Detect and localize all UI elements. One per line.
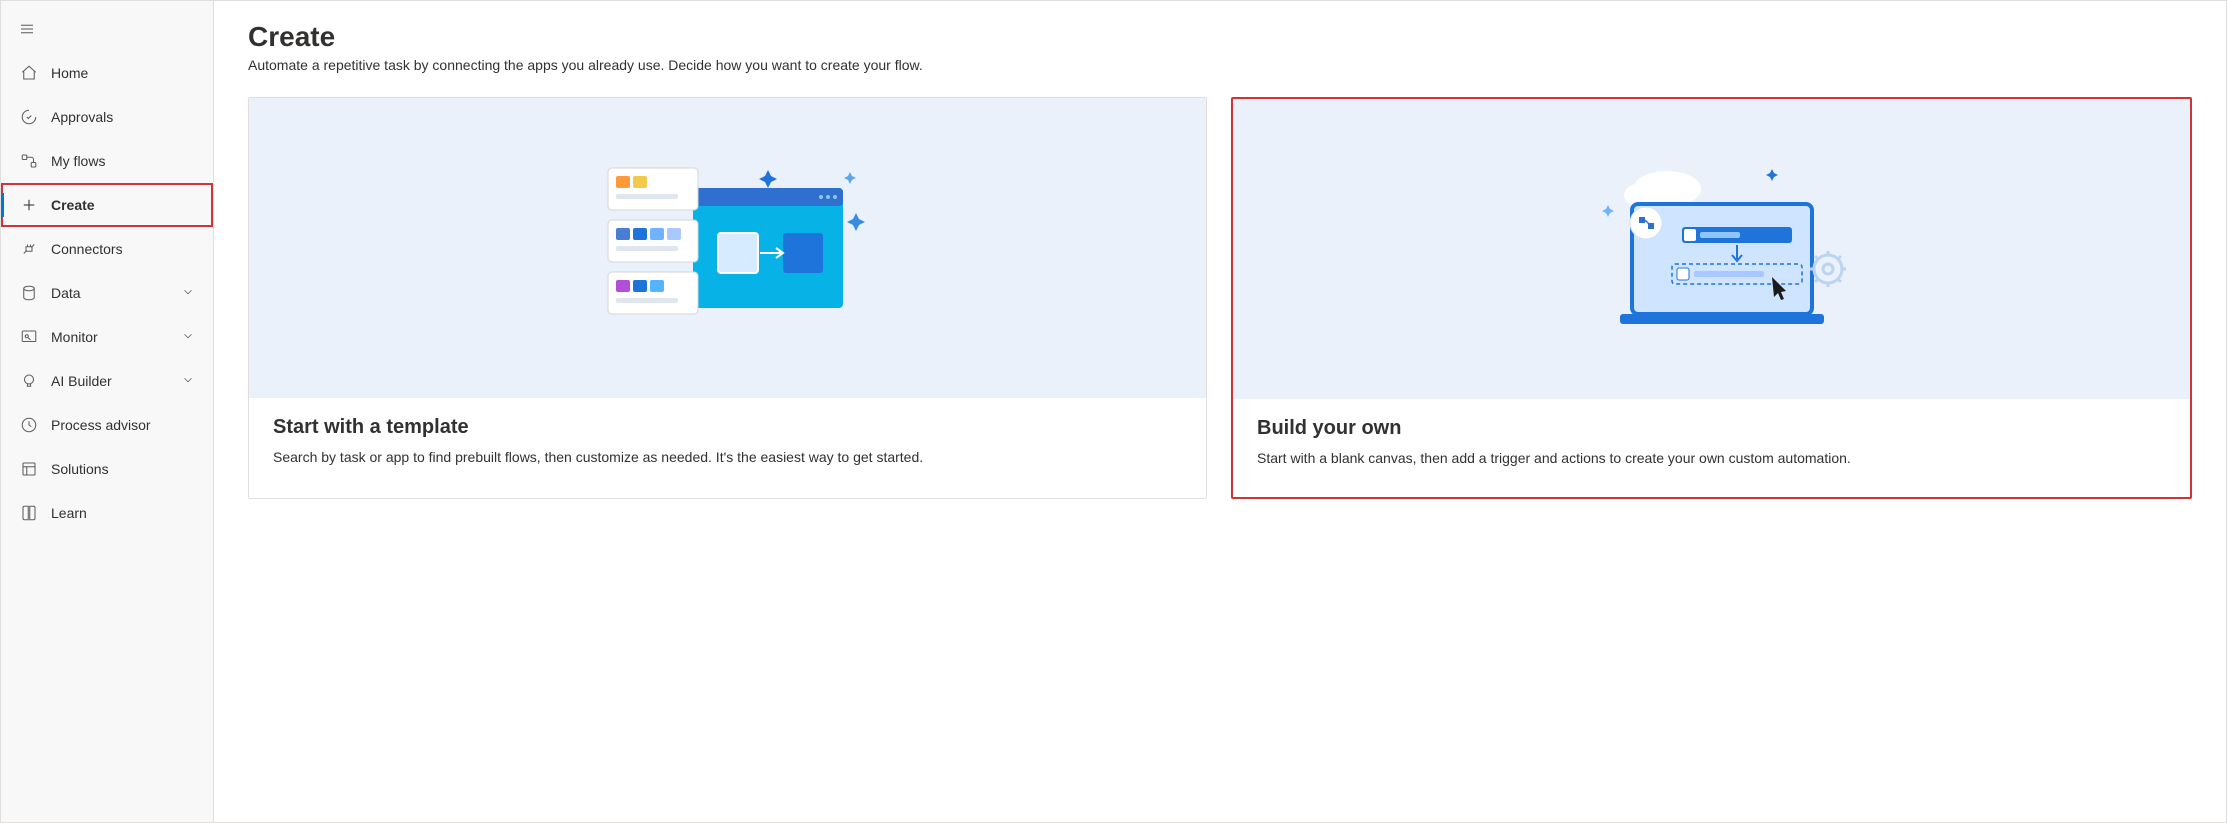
- card-start-with-template[interactable]: Start with a template Search by task or …: [248, 97, 1207, 499]
- build-card-illustration: [1233, 99, 2190, 399]
- sidebar-toggle-row: [1, 7, 213, 51]
- solutions-icon: [19, 459, 39, 479]
- monitor-icon: [19, 327, 39, 347]
- page-title: Create: [248, 21, 2192, 53]
- flow-icon: [19, 151, 39, 171]
- sidebar-item-label: Connectors: [51, 241, 197, 257]
- sidebar-item-create[interactable]: Create: [1, 183, 213, 227]
- sidebar-item-label: My flows: [51, 153, 197, 169]
- hamburger-icon[interactable]: [17, 19, 37, 39]
- main-content: Create Automate a repetitive task by con…: [214, 1, 2226, 822]
- sidebar-item-label: Home: [51, 65, 197, 81]
- sidebar-item-connectors[interactable]: Connectors: [1, 227, 213, 271]
- sidebar-item-label: Solutions: [51, 461, 197, 477]
- sidebar-item-label: Create: [51, 197, 197, 213]
- sidebar-item-monitor[interactable]: Monitor: [1, 315, 213, 359]
- card-body: Build your own Start with a blank canvas…: [1233, 399, 2190, 497]
- sidebar-item-label: Data: [51, 285, 181, 301]
- app-root: Home Approvals My flows Create Connector: [0, 0, 2227, 823]
- card-description: Search by task or app to find prebuilt f…: [273, 447, 1182, 468]
- sidebar-item-label: AI Builder: [51, 373, 181, 389]
- sidebar-item-data[interactable]: Data: [1, 271, 213, 315]
- sidebar-item-learn[interactable]: Learn: [1, 491, 213, 535]
- sidebar-item-my-flows[interactable]: My flows: [1, 139, 213, 183]
- sidebar-item-label: Approvals: [51, 109, 197, 125]
- sidebar-item-label: Process advisor: [51, 417, 197, 433]
- sidebar-item-label: Monitor: [51, 329, 181, 345]
- plus-icon: [19, 195, 39, 215]
- sidebar-item-process-advisor[interactable]: Process advisor: [1, 403, 213, 447]
- sidebar-item-ai-builder[interactable]: AI Builder: [1, 359, 213, 403]
- template-illustration-svg: [588, 158, 868, 338]
- ai-builder-icon: [19, 371, 39, 391]
- creation-cards-row: Start with a template Search by task or …: [248, 97, 2192, 499]
- sidebar-item-label: Learn: [51, 505, 197, 521]
- build-illustration-svg: [1572, 159, 1852, 339]
- sidebar: Home Approvals My flows Create Connector: [1, 1, 214, 822]
- template-card-illustration: [249, 98, 1206, 398]
- sidebar-item-home[interactable]: Home: [1, 51, 213, 95]
- book-icon: [19, 503, 39, 523]
- page-subtitle: Automate a repetitive task by connecting…: [248, 57, 2192, 73]
- approvals-icon: [19, 107, 39, 127]
- chevron-down-icon: [181, 329, 197, 345]
- sidebar-item-solutions[interactable]: Solutions: [1, 447, 213, 491]
- sidebar-item-approvals[interactable]: Approvals: [1, 95, 213, 139]
- card-title: Build your own: [1257, 417, 2166, 440]
- data-icon: [19, 283, 39, 303]
- process-advisor-icon: [19, 415, 39, 435]
- card-title: Start with a template: [273, 416, 1182, 439]
- chevron-down-icon: [181, 285, 197, 301]
- card-body: Start with a template Search by task or …: [249, 398, 1206, 496]
- connector-icon: [19, 239, 39, 259]
- chevron-down-icon: [181, 373, 197, 389]
- home-icon: [19, 63, 39, 83]
- card-description: Start with a blank canvas, then add a tr…: [1257, 448, 2166, 469]
- card-build-your-own[interactable]: Build your own Start with a blank canvas…: [1231, 97, 2192, 499]
